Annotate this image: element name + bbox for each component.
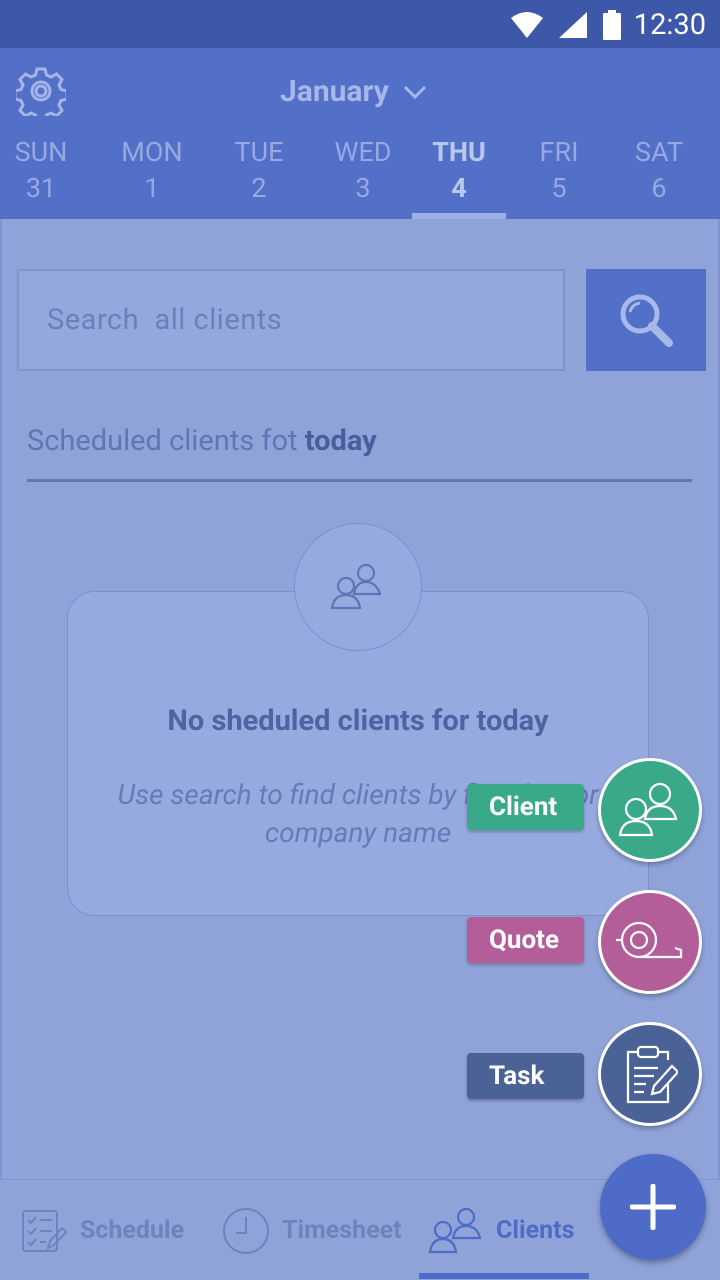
nav-schedule[interactable]: Schedule xyxy=(20,1180,184,1280)
fab-task-label[interactable]: Task xyxy=(467,1053,584,1099)
section-divider xyxy=(27,479,692,482)
status-bar: 12:30 xyxy=(0,0,720,48)
tape-measure-icon xyxy=(616,921,683,959)
search-button[interactable] xyxy=(586,269,706,371)
nav-clients[interactable]: Clients xyxy=(428,1180,574,1280)
day-name: MON xyxy=(121,136,183,168)
clients-icon xyxy=(330,563,382,610)
status-time: 12:30 xyxy=(633,8,706,42)
day-number: 2 xyxy=(251,172,267,204)
week-days: SUN 31 MON 1 TUE 2 WED 3 THU 4 FRI 5 SAT 6 xyxy=(0,134,720,219)
clients-icon xyxy=(428,1207,482,1253)
active-tab-indicator xyxy=(419,1273,589,1279)
status-icons xyxy=(510,10,622,40)
day-number: 1 xyxy=(144,172,160,204)
empty-state-title: No sheduled clients for today xyxy=(167,704,549,738)
day-number: 31 xyxy=(25,172,57,204)
day-name: TUE xyxy=(234,136,284,168)
nav-timesheet-label: Timesheet xyxy=(282,1216,402,1245)
section-title: Scheduled clients fot today xyxy=(27,424,377,458)
fab-quote-label-text: Quote xyxy=(489,925,560,955)
fab-task-button[interactable] xyxy=(598,1022,702,1126)
day-name: SAT xyxy=(634,136,684,168)
day-name: SUN xyxy=(14,136,68,168)
day-name: THU xyxy=(432,136,486,168)
day-mon[interactable]: MON 1 xyxy=(102,134,202,219)
day-sun[interactable]: SUN 31 xyxy=(0,134,91,219)
day-thu[interactable]: THU 4 xyxy=(409,134,509,219)
settings-button[interactable] xyxy=(13,66,69,123)
battery-icon xyxy=(603,10,621,40)
month-selector[interactable]: January xyxy=(280,74,427,109)
search-icon xyxy=(620,294,673,347)
day-wed[interactable]: WED 3 xyxy=(313,134,413,219)
fab-add-button[interactable] xyxy=(600,1154,706,1260)
fab-task-label-text: Task xyxy=(489,1061,545,1091)
section-title-prefix: Scheduled clients fot xyxy=(27,424,305,458)
fab-client-button[interactable] xyxy=(598,758,702,862)
nav-timesheet[interactable]: Timesheet xyxy=(222,1180,402,1280)
fab-quote-button[interactable] xyxy=(598,890,702,994)
day-name: WED xyxy=(334,136,392,168)
day-number: 5 xyxy=(551,172,567,204)
empty-state-badge xyxy=(294,523,422,651)
clients-icon xyxy=(618,782,678,837)
nav-schedule-label: Schedule xyxy=(80,1216,185,1245)
clock-icon xyxy=(223,1207,269,1254)
clipboard-edit-icon xyxy=(626,1045,678,1104)
calendar-header: January SUN 31 MON 1 TUE 2 WED 3 THU 4 FRI 5 S… xyxy=(0,48,720,219)
signal-icon xyxy=(559,12,587,38)
day-number: 6 xyxy=(651,172,667,204)
day-number: 4 xyxy=(451,172,467,204)
nav-clients-label: Clients xyxy=(496,1216,575,1245)
gear-icon xyxy=(13,67,69,123)
fab-client-label[interactable]: Client xyxy=(467,784,584,830)
wifi-icon xyxy=(511,12,543,38)
day-number: 3 xyxy=(355,172,371,204)
fab-quote-label[interactable]: Quote xyxy=(467,917,584,963)
section-title-bold: today xyxy=(304,424,377,458)
search-input[interactable] xyxy=(19,271,563,369)
fab-client-label-text: Client xyxy=(489,792,558,822)
search-field xyxy=(17,269,565,371)
plus-icon xyxy=(630,1184,676,1230)
schedule-icon xyxy=(22,1209,68,1252)
day-fri[interactable]: FRI 5 xyxy=(509,134,609,219)
day-tue[interactable]: TUE 2 xyxy=(209,134,309,219)
day-sat[interactable]: SAT 6 xyxy=(609,134,709,219)
selected-day-indicator xyxy=(412,213,506,219)
content-border xyxy=(0,219,2,1179)
chevron-down-icon xyxy=(403,85,426,99)
month-label: January xyxy=(280,74,389,109)
day-name: FRI xyxy=(539,136,579,168)
